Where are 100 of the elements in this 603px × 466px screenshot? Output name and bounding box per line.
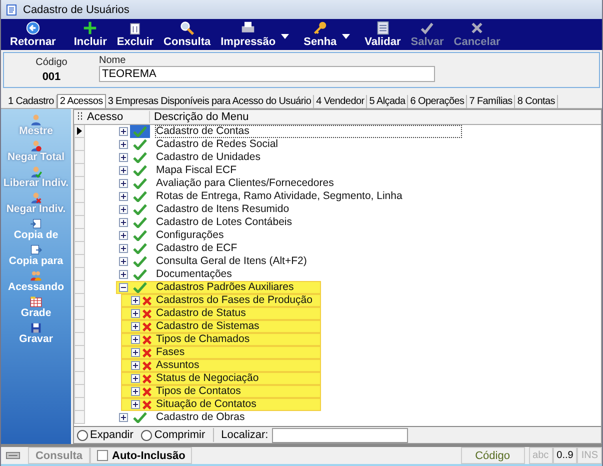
check-icon[interactable]: [133, 256, 147, 267]
dropdown-caret-icon[interactable]: [342, 34, 350, 39]
toolbar-button[interactable]: Senha: [298, 21, 342, 48]
cross-icon[interactable]: [142, 322, 152, 332]
cross-icon[interactable]: [142, 308, 152, 318]
radio-option[interactable]: Expandir: [77, 429, 134, 441]
check-icon[interactable]: [133, 282, 147, 293]
expander-icon[interactable]: [131, 348, 140, 357]
menu-item-label[interactable]: Configurações: [156, 230, 224, 241]
expander-icon[interactable]: [119, 140, 128, 149]
cross-icon[interactable]: [142, 348, 152, 358]
row-header-cell[interactable]: [74, 307, 85, 320]
check-icon[interactable]: [133, 178, 147, 189]
cross-icon[interactable]: [142, 334, 152, 344]
row-header-cell[interactable]: [74, 359, 85, 372]
expander-icon[interactable]: [131, 374, 140, 383]
name-field[interactable]: TEOREMA: [99, 66, 435, 82]
toolbar-button[interactable]: Excluir: [112, 21, 159, 48]
expander-icon[interactable]: [119, 218, 128, 227]
expander-icon[interactable]: [131, 400, 140, 409]
toolbar-button[interactable]: Incluir: [68, 21, 112, 48]
check-icon[interactable]: [133, 217, 147, 228]
tab[interactable]: 5 Alçada: [367, 95, 408, 108]
cross-icon[interactable]: [142, 360, 152, 370]
menu-item-label[interactable]: Cadastro de Itens Resumido: [156, 204, 290, 215]
row-header-cell[interactable]: [74, 125, 85, 138]
menu-item-label[interactable]: Mapa Fiscal ECF: [156, 165, 237, 176]
check-icon[interactable]: [133, 152, 147, 163]
check-icon[interactable]: [133, 269, 147, 280]
row-header-cell[interactable]: [74, 281, 85, 294]
expander-icon[interactable]: [131, 322, 140, 331]
tab[interactable]: 2 Acessos: [56, 94, 106, 108]
sidebar-button[interactable]: Gravar: [1, 322, 71, 344]
row-header-cell[interactable]: [74, 346, 85, 359]
expander-icon[interactable]: [131, 335, 140, 344]
expander-icon[interactable]: [119, 127, 128, 136]
cross-icon[interactable]: [142, 296, 152, 306]
menu-item-label[interactable]: Assuntos: [156, 360, 200, 371]
check-icon[interactable]: [133, 412, 147, 423]
expander-icon[interactable]: [119, 413, 128, 422]
menu-item-label[interactable]: Documentações: [156, 269, 232, 280]
tab[interactable]: 4 Vendedor: [314, 95, 368, 108]
auto-insert-checkbox[interactable]: Auto-Inclusão: [90, 447, 192, 464]
check-icon[interactable]: [133, 243, 147, 254]
row-header-cell[interactable]: [74, 151, 85, 164]
menu-item-label[interactable]: Cadastro de Redes Social: [156, 139, 278, 150]
row-header-cell[interactable]: [74, 294, 85, 307]
toolbar-button[interactable]: Retornar: [5, 21, 61, 48]
expander-icon[interactable]: [131, 361, 140, 370]
menu-item-label[interactable]: Consulta Geral de Itens (Alt+F2): [156, 256, 307, 267]
expander-icon[interactable]: [119, 244, 128, 253]
row-header-cell[interactable]: [74, 255, 85, 268]
dropdown-caret-icon[interactable]: [280, 34, 289, 39]
cross-icon[interactable]: [142, 374, 152, 384]
tab[interactable]: 3 Empresas Disponíveis para Acesso do Usuário: [106, 95, 314, 108]
row-header-cell[interactable]: [74, 216, 85, 229]
column-header[interactable]: Acesso: [87, 111, 150, 123]
row-header-cell[interactable]: [74, 229, 85, 242]
row-header-cell[interactable]: [74, 398, 85, 411]
expander-icon[interactable]: [119, 205, 128, 214]
row-header-cell[interactable]: [74, 203, 85, 216]
radio-option[interactable]: Comprimir: [141, 429, 206, 441]
expander-icon[interactable]: [119, 231, 128, 240]
expander-icon[interactable]: [131, 296, 140, 305]
toolbar-button[interactable]: Validar: [360, 21, 406, 48]
row-header-cell[interactable]: [74, 411, 85, 424]
cross-icon[interactable]: [142, 400, 152, 410]
row-header-cell[interactable]: [74, 164, 85, 177]
column-header[interactable]: Descrição do Menu: [150, 111, 249, 123]
cross-icon[interactable]: [142, 386, 152, 396]
row-header-cell[interactable]: [74, 320, 85, 333]
check-icon[interactable]: [133, 230, 147, 241]
menu-item-label[interactable]: Cadastro de Obras: [156, 412, 245, 423]
tab[interactable]: 6 Operações: [408, 95, 468, 108]
menu-item-label[interactable]: Cadastro de Unidades: [156, 152, 260, 163]
check-icon[interactable]: [133, 126, 147, 137]
row-header-cell[interactable]: [74, 190, 85, 203]
row-header-cell[interactable]: [74, 268, 85, 281]
expander-icon[interactable]: [119, 270, 128, 279]
check-icon[interactable]: [133, 139, 147, 150]
column-chooser-icon[interactable]: [77, 112, 83, 122]
row-header-cell[interactable]: [74, 333, 85, 346]
expander-icon[interactable]: [119, 257, 128, 266]
toolbar-button[interactable]: Impressão: [216, 21, 281, 48]
expander-icon[interactable]: [119, 192, 128, 201]
toolbar-button[interactable]: Consulta: [158, 21, 216, 48]
expander-icon[interactable]: [119, 166, 128, 175]
menu-item-label[interactable]: Cadastro de Lotes Contábeis: [156, 217, 292, 228]
row-header-cell[interactable]: [74, 372, 85, 385]
menu-item-label[interactable]: Avaliação para Clientes/Fornecedores: [156, 178, 334, 189]
check-icon[interactable]: [133, 191, 147, 202]
menu-item-label[interactable]: Rotas de Entrega, Ramo Atividade, Segmento, Linha: [156, 191, 402, 202]
tab[interactable]: 8 Contas: [515, 95, 558, 108]
check-icon[interactable]: [133, 165, 147, 176]
row-header-cell[interactable]: [74, 177, 85, 190]
menu-item-label[interactable]: Cadastro de ECF: [156, 243, 238, 254]
expander-icon[interactable]: [119, 153, 128, 162]
expander-icon[interactable]: [131, 309, 140, 318]
tab[interactable]: 7 Famílias: [467, 95, 516, 108]
expander-icon[interactable]: [119, 179, 128, 188]
